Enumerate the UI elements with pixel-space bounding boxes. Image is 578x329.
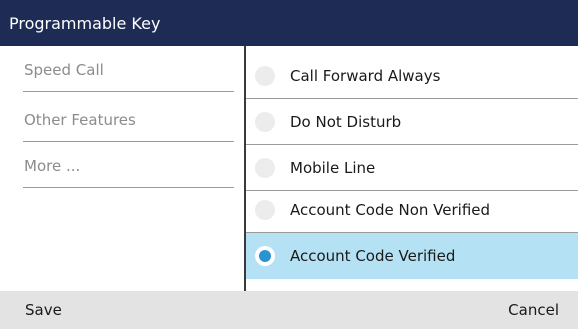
menu-item-more[interactable]: More ... (23, 144, 234, 188)
menu-item-label: More ... (24, 156, 81, 175)
option-mobile-line[interactable]: Mobile Line (246, 145, 578, 191)
category-menu: Speed Call Other Features More ... (0, 46, 244, 291)
page-title: Programmable Key (9, 13, 161, 33)
radio-button-icon[interactable] (255, 112, 275, 132)
radio-button-icon[interactable] (255, 200, 275, 220)
radio-button-icon[interactable] (255, 158, 275, 178)
feature-options-list: Call Forward Always Do Not Disturb Mobil… (246, 46, 578, 291)
option-account-code-verified[interactable]: Account Code Verified (246, 233, 578, 279)
option-label: Do Not Disturb (290, 113, 402, 131)
option-do-not-disturb[interactable]: Do Not Disturb (246, 99, 578, 145)
menu-item-label: Other Features (24, 110, 136, 129)
radio-button-checked-icon[interactable] (255, 246, 275, 266)
radio-dot-icon (259, 250, 271, 262)
option-label: Account Code Verified (290, 247, 456, 265)
option-label: Call Forward Always (290, 67, 441, 85)
menu-item-other-features[interactable]: Other Features (23, 98, 234, 142)
softkey-bar: Save Cancel (0, 291, 578, 329)
radio-button-icon[interactable] (255, 66, 275, 86)
option-account-code-non-verified[interactable]: Account Code Non Verified (246, 187, 578, 233)
option-call-forward-always[interactable]: Call Forward Always (246, 53, 578, 99)
title-bar: Programmable Key (0, 0, 578, 46)
cancel-button[interactable]: Cancel (508, 291, 559, 329)
menu-item-speed-call[interactable]: Speed Call (23, 48, 234, 92)
option-label: Mobile Line (290, 159, 376, 177)
option-label: Account Code Non Verified (290, 201, 491, 219)
menu-item-label: Speed Call (24, 60, 104, 79)
save-button[interactable]: Save (25, 291, 62, 329)
